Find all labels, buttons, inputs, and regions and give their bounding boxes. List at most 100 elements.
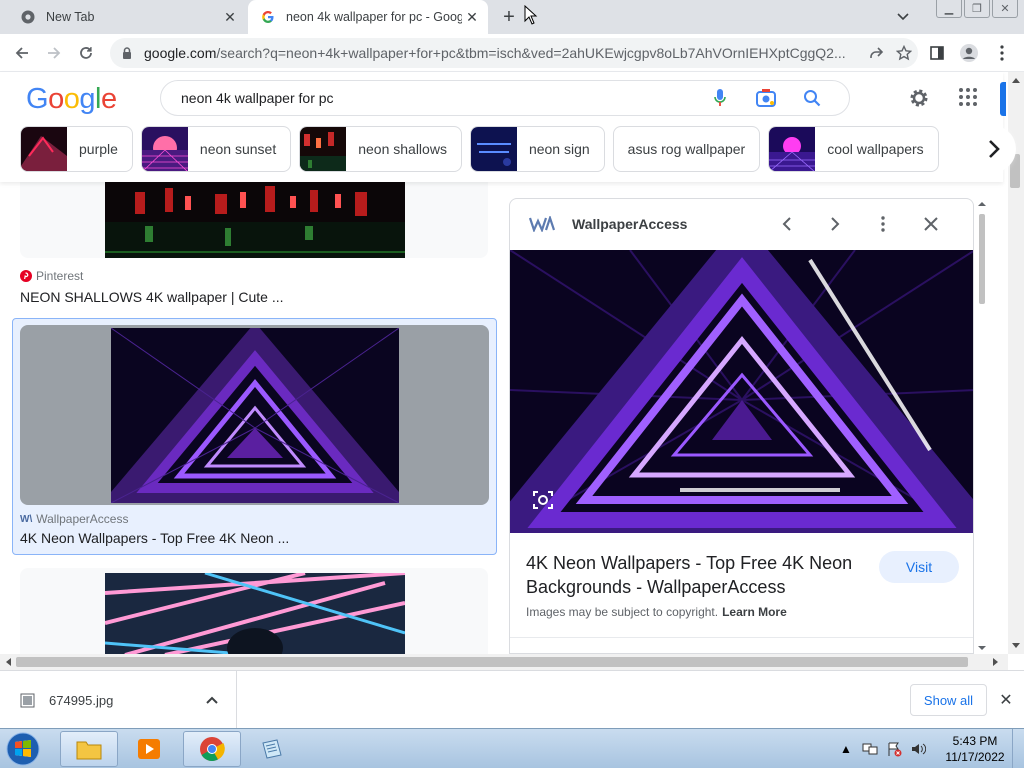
preview-title[interactable]: 4K Neon Wallpapers - Top Free 4K Neon Ba… [526, 551, 866, 599]
chip-label: neon shallows [358, 141, 447, 157]
chip-thumbnail [470, 127, 517, 171]
result-source-2[interactable]: W\ WallpaperAccess [20, 512, 128, 526]
image-results: Pinterest NEON SHALLOWS 4K wallpaper | C… [0, 182, 1003, 654]
reload-button[interactable] [74, 41, 98, 65]
tab-google-search[interactable]: neon 4k wallpaper for pc - Goog ✕ [248, 0, 488, 34]
camera-lens-icon[interactable] [743, 88, 789, 108]
related-search-chips: purple neon sunset neon shallows neon si… [20, 126, 947, 172]
logo-letter: o [63, 83, 80, 115]
action-center-flag-icon[interactable] [886, 741, 902, 757]
result-title-2[interactable]: 4K Neon Wallpapers - Top Free 4K Neon ..… [20, 530, 289, 546]
chip-neon-sign[interactable]: neon sign [469, 126, 605, 172]
new-tab-button[interactable]: + [497, 6, 521, 28]
menu-kebab-icon[interactable] [990, 41, 1014, 65]
result-image-neon-stairs[interactable] [105, 573, 405, 654]
download-bar: 674995.jpg Show all ✕ [0, 670, 1024, 729]
taskbar-notepad[interactable] [243, 731, 301, 767]
close-preview-icon[interactable] [907, 217, 955, 231]
tab-search-chevron-icon[interactable] [896, 9, 914, 25]
search-icon[interactable] [789, 89, 835, 107]
chip-thumbnail [21, 127, 67, 171]
taskbar-explorer[interactable] [60, 731, 118, 767]
chip-asus-rog-wallpaper[interactable]: asus rog wallpaper [612, 126, 761, 172]
chip-thumbnail [769, 127, 816, 171]
result-image-neon-shallows[interactable] [105, 182, 405, 258]
google-apps-grid-icon[interactable] [958, 87, 978, 112]
download-filename: 674995.jpg [49, 692, 114, 708]
back-button[interactable] [10, 41, 34, 65]
taskbar-chrome[interactable] [183, 731, 241, 767]
close-tab-icon[interactable]: ✕ [220, 7, 240, 27]
copyright-text: Images may be subject to copyright. [526, 605, 719, 619]
learn-more-link[interactable]: Learn More [722, 605, 787, 619]
google-lens-icon[interactable] [532, 489, 554, 516]
show-all-downloads-button[interactable]: Show all [910, 684, 987, 716]
page-horizontal-scrollbar[interactable] [0, 654, 1008, 670]
search-box[interactable]: neon 4k wallpaper for pc [160, 80, 850, 116]
close-download-bar-icon[interactable]: ✕ [996, 690, 1016, 710]
chrome-icon [20, 9, 36, 25]
logo-letter: g [79, 83, 95, 115]
previous-chevron-icon[interactable] [763, 216, 811, 232]
taskbar-media-player[interactable] [120, 731, 178, 767]
tab-new-tab[interactable]: New Tab ✕ [8, 0, 246, 34]
visit-button[interactable]: Visit [879, 551, 959, 583]
address-bar[interactable]: google.com/search?q=neon+4k+wallpaper+fo… [110, 38, 918, 68]
window-controls: ▁ ❐ ✕ [934, 0, 1018, 18]
chip-thumbnail [141, 127, 188, 171]
search-query[interactable]: neon 4k wallpaper for pc [181, 90, 697, 106]
back-arrow-icon [15, 47, 28, 59]
maximize-button[interactable]: ❐ [964, 0, 990, 18]
settings-gear-icon[interactable] [907, 86, 931, 115]
forward-arrow-icon [48, 47, 61, 59]
chip-purple[interactable]: purple [20, 126, 133, 172]
show-desktop-button[interactable] [1012, 729, 1024, 768]
reload-icon [80, 47, 92, 59]
result-source-1[interactable]: Pinterest [20, 269, 83, 283]
forward-button[interactable] [42, 41, 66, 65]
preview-scrollbar[interactable] [975, 198, 989, 654]
chip-thumbnail [300, 127, 347, 171]
chips-next-button[interactable] [972, 126, 1016, 172]
chrome-icon [200, 737, 225, 762]
google-g-icon [260, 9, 276, 25]
windows-taskbar: ▲ 5:43 PM 11/17/2022 [0, 728, 1024, 768]
preview-image[interactable] [510, 250, 974, 533]
more-options-icon[interactable] [859, 216, 907, 232]
chevron-up-icon[interactable] [206, 696, 218, 704]
chip-label: neon sunset [199, 141, 277, 157]
chip-neon-shallows[interactable]: neon shallows [299, 126, 462, 172]
account-avatar[interactable] [1000, 82, 1006, 116]
chip-neon-sunset[interactable]: neon sunset [140, 126, 292, 172]
tab-title: New Tab [46, 10, 95, 24]
minimize-button[interactable]: ▁ [936, 0, 962, 18]
result-title-1[interactable]: NEON SHALLOWS 4K wallpaper | Cute ... [20, 289, 284, 305]
share-icon[interactable] [862, 45, 890, 61]
browser-toolbar: google.com/search?q=neon+4k+wallpaper+fo… [0, 34, 1024, 72]
volume-icon[interactable] [910, 741, 926, 757]
chip-cool-wallpapers[interactable]: cool wallpapers [768, 126, 939, 172]
side-panel-icon[interactable] [925, 41, 949, 65]
show-hidden-icons-icon[interactable]: ▲ [840, 742, 852, 756]
scrollbar-thumb[interactable] [16, 657, 968, 667]
scroll-down-arrow-icon [1012, 643, 1020, 648]
google-logo[interactable]: Google [26, 83, 117, 116]
chevron-right-icon [989, 140, 1000, 158]
chip-label: neon sign [528, 141, 590, 157]
system-clock[interactable]: 5:43 PM 11/17/2022 [940, 733, 1010, 765]
url-text: google.com/search?q=neon+4k+wallpaper+fo… [144, 45, 862, 61]
microphone-icon[interactable] [697, 88, 743, 108]
close-tab-icon[interactable]: ✕ [462, 7, 482, 27]
preview-site-name[interactable]: WallpaperAccess [572, 216, 763, 232]
start-button[interactable] [2, 731, 44, 767]
pinterest-icon [20, 270, 32, 282]
close-window-button[interactable]: ✕ [992, 0, 1018, 18]
network-icon[interactable] [862, 741, 878, 757]
profile-avatar[interactable] [957, 41, 981, 65]
lock-icon[interactable] [120, 46, 134, 60]
next-chevron-icon[interactable] [811, 216, 859, 232]
image-file-icon [20, 693, 35, 707]
download-item[interactable]: 674995.jpg [0, 671, 237, 729]
bookmark-star-icon[interactable] [890, 45, 918, 61]
result-image-neon-triangle[interactable] [111, 328, 399, 503]
